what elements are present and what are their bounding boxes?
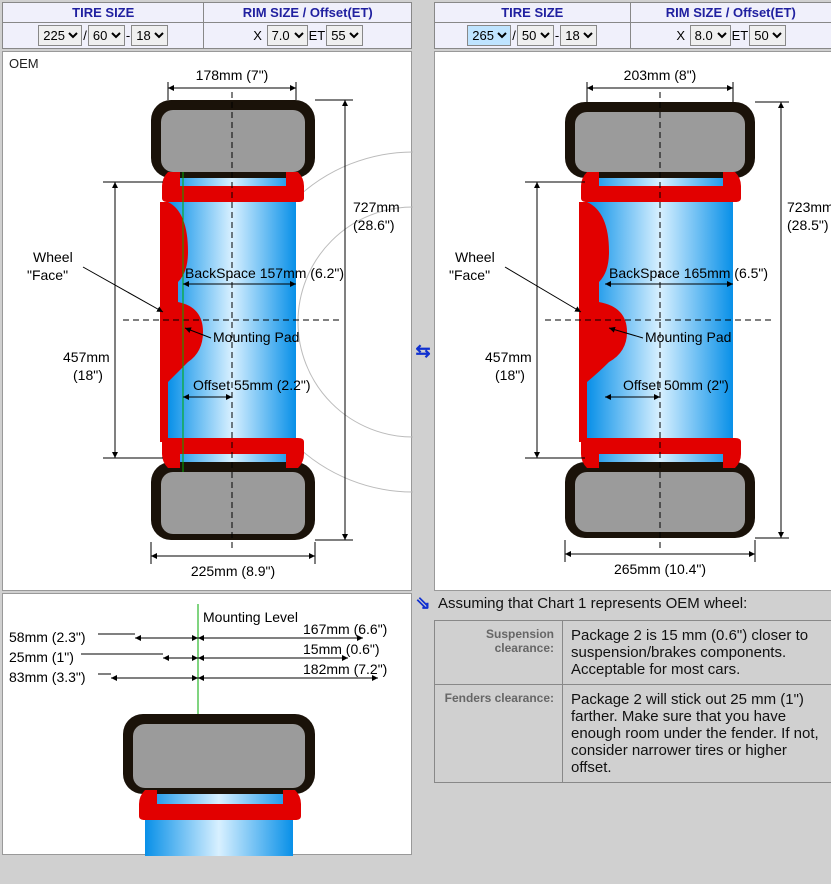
rim-dia: 457mm [63,349,110,365]
offset-select[interactable]: 55 [326,25,363,46]
tire-size-header: TIRE SIZE [435,3,631,23]
suspension-label: Suspension clearance: [435,621,563,685]
tire-width-select[interactable]: 265 [467,25,511,46]
rim-size-header: RIM SIZE / Offset(ET) [630,3,831,23]
tire-aspect-select[interactable]: 60 [88,25,125,46]
diagram-bottom-left: Mounting Level 58mm (2.3") 25mm (1") 83m… [2,593,412,855]
wheel-diagram-1: 178mm (7") 225mm (8.9") 727mm (28.6") 45… [3,52,413,592]
arrow-down-icon: ⇘ [414,593,432,618]
wheel-face: Wheel [33,249,73,265]
et-label: ET [308,28,327,43]
rim-size-cell: X 7.0ET55 [204,23,412,49]
section-width-dim: 225mm (8.9") [191,563,275,579]
assume-text: Assuming that Chart 1 represents OEM whe… [434,593,831,618]
diagram-left: OEM [2,51,412,591]
offset: Offset 50mm (2") [623,377,729,393]
tire-dia-select[interactable]: 18 [560,25,597,46]
offset: Offset 55mm (2.2") [193,377,311,393]
rim-width-select[interactable]: 7.0 [267,25,308,46]
tire-size-cell: 265/50-18 [435,23,631,49]
oem-label: OEM [9,56,39,71]
overall-dia: 727mm [353,199,400,215]
rim-dia-in: (18") [73,367,103,383]
fenders-label: Fenders clearance: [435,685,563,783]
swap-icon[interactable]: ⇆ [415,341,430,362]
outer-1: 167mm (6.6") [303,621,387,637]
diagram-right: 203mm (8") 265mm (10.4") 723mm (28.5") 4… [434,51,831,591]
overall-dia-in: (28.5") [787,217,829,233]
tire-top [123,714,315,794]
wheel-face: Wheel [455,249,495,265]
section-width-dim: 265mm (10.4") [614,561,706,577]
wheel-diagram-2: 203mm (8") 265mm (10.4") 723mm (28.5") 4… [435,52,831,592]
outer-delta: 15mm (0.6") [303,641,380,657]
mounting-pad: Mounting Pad [645,329,731,345]
backspace: BackSpace 157mm (6.2") [185,265,344,281]
mounting-level-label: Mounting Level [203,609,298,625]
tire-dia-select[interactable]: 18 [131,25,168,46]
tire-bottom [151,462,315,540]
rim-dia: 457mm [485,349,532,365]
offset-select[interactable]: 50 [749,25,786,46]
wheel-face-2: "Face" [27,267,68,283]
tire-size-header: TIRE SIZE [3,3,204,23]
mounting-diagram: Mounting Level 58mm (2.3") 25mm (1") 83m… [3,594,413,856]
rim-width-dim: 178mm (7") [196,67,269,83]
rim-width-select[interactable]: 8.0 [690,25,731,46]
results-table: Suspension clearance: Package 2 is 15 mm… [434,620,831,783]
mounting-pad: Mounting Pad [213,329,299,345]
inner-1: 58mm (2.3") [9,629,86,645]
tire-aspect-select[interactable]: 50 [517,25,554,46]
rim [145,794,293,856]
tire-width-select[interactable]: 225 [38,25,82,46]
right-header: TIRE SIZE RIM SIZE / Offset(ET) 265/50-1… [434,2,831,49]
x-label: X [252,28,263,43]
outer-2: 182mm (7.2") [303,661,387,677]
overall-dia: 723mm [787,199,831,215]
tire-size-cell: 225/60-18 [3,23,204,49]
tire-top [151,100,315,178]
rim-size-cell: X 8.0ET50 [630,23,831,49]
rim-width-dim: 203mm (8") [624,67,697,83]
x-label: X [675,28,686,43]
suspension-text: Package 2 is 15 mm (0.6") closer to susp… [563,621,831,685]
wheel-face-2: "Face" [449,267,490,283]
rim-size-header: RIM SIZE / Offset(ET) [204,3,412,23]
overall-dia-in: (28.6") [353,217,395,233]
swap-column: ⇆ [414,51,432,591]
inner-2: 83mm (3.3") [9,669,86,685]
et-label: ET [731,28,750,43]
backspace: BackSpace 165mm (6.5") [609,265,768,281]
rim-dia-in: (18") [495,367,525,383]
inner-delta: 25mm (1") [9,649,74,665]
left-header: TIRE SIZE RIM SIZE / Offset(ET) 225/60-1… [2,2,412,49]
fenders-text: Package 2 will stick out 25 mm (1") fart… [563,685,831,783]
